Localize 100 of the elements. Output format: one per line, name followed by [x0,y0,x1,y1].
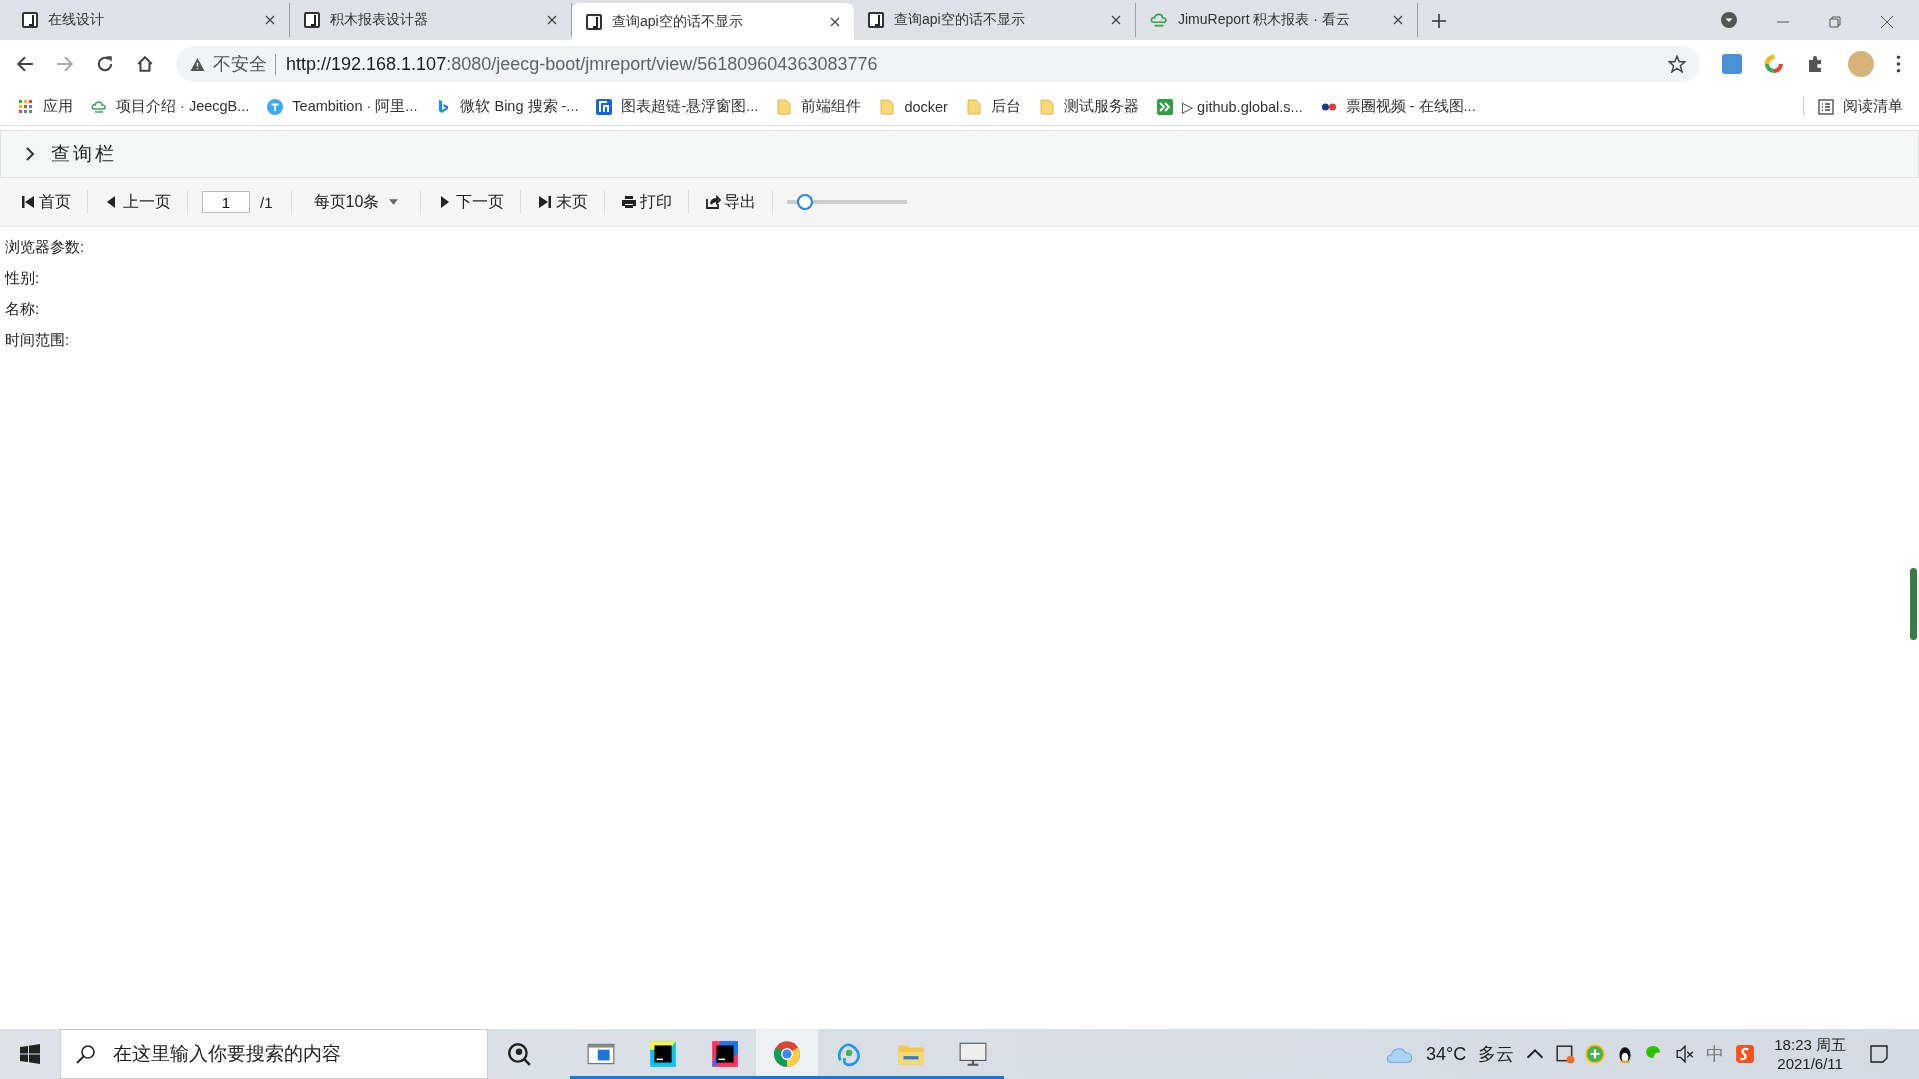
bookmark[interactable]: 微软 Bing 搜索 -... [435,97,579,116]
temperature: 34°C [1426,1043,1467,1065]
folder-icon [965,98,982,115]
tab-title: JimuReport 积木报表 · 看云 [1178,11,1351,29]
bookmark[interactable]: docker [879,98,948,115]
bookmark[interactable]: 应用 [18,97,73,116]
bookmark-label: ▷ github.global.s... [1181,98,1303,115]
tab-title: 积木报表设计器 [330,11,429,29]
page-size-dropdown[interactable]: 每页10条 [301,187,411,217]
toolbar-button[interactable]: 上一页 [98,187,177,217]
menu-icon[interactable] [1896,55,1901,73]
plus-circle-icon[interactable] [1585,1044,1606,1064]
bookmark-star-icon[interactable] [1668,55,1686,73]
bookmark-label: 微软 Bing 搜索 -... [460,97,579,116]
j-logo-icon [586,13,602,30]
toolbar-button[interactable]: 首页 [14,187,77,217]
parameter-label: 名称: [5,299,40,319]
bookmark-label: 票圈视频 - 在线图... [1345,97,1476,116]
bookmark[interactable]: Teambition · 阿里... [267,97,418,116]
weather-text: 多云 [1478,1043,1515,1066]
bookmark[interactable]: 前端组件 [776,97,862,116]
query-bar[interactable]: 查询栏 [0,130,1919,178]
clock-date: 2021/6/11 [1777,1054,1843,1073]
chevron-icon [25,146,35,162]
chrome-icon [772,1039,802,1069]
close-icon[interactable] [1393,15,1403,25]
tab-search-icon[interactable] [1721,12,1737,28]
export-icon [705,194,722,210]
reload-icon[interactable] [96,55,114,73]
new-tab-icon[interactable] [1432,14,1446,28]
scrollbar-thumb[interactable] [1910,568,1917,640]
bookmark-label: 图表超链-悬浮窗图... [621,97,759,116]
parameter-label: 时间范围: [5,330,70,350]
bookmark[interactable]: 后台 [965,97,1021,116]
bookmark-label: 项目介绍 · JeecgB... [116,97,250,116]
printer-icon [621,194,638,210]
bookmark[interactable]: ▷ github.global.s... [1156,98,1303,115]
windows-start-icon[interactable] [20,1044,40,1064]
close-icon[interactable] [1111,15,1121,25]
bookmark-label: 测试服务器 [1063,97,1139,116]
double-chevron-icon [1156,98,1173,115]
caret-icon [389,199,399,205]
bookmark[interactable]: 项目介绍 · JeecgB... [91,97,250,116]
tab-title: 在线设计 [48,11,105,29]
browser-tab[interactable]: 查询api空的话不显示 [572,3,854,40]
bookmark-label: 后台 [990,97,1021,116]
bookmark-label: docker [904,98,948,115]
bookmark-label: 应用 [43,97,73,116]
close-icon[interactable] [547,15,557,25]
close-icon[interactable] [830,16,840,27]
toolbar-button[interactable]: 末页 [531,187,595,217]
bookmark[interactable]: 图表超链-悬浮窗图... [596,97,759,116]
close-icon[interactable] [265,15,275,25]
apps-grid-icon [18,98,34,115]
j-logo-icon [22,12,38,28]
folder-icon [1038,98,1055,115]
query-bar-title: 查询栏 [51,142,117,166]
circle-search-icon[interactable] [506,1041,532,1067]
search-icon [76,1044,96,1064]
circle-t-icon [267,98,284,115]
speaker-muted-icon[interactable] [1675,1044,1696,1064]
browser-tab[interactable]: 积木报表设计器 [290,3,572,37]
url-text: http://192.168.1.107:8080/jeecg-boot/jmreport/view/561809604363083776 [275,53,878,75]
folder-icon [776,98,793,115]
folder-icon [879,98,896,115]
reading-list-button[interactable]: 阅读清单 [1803,97,1903,116]
clock-time: 18:23 周五 [1774,1035,1846,1054]
parameter-label: 性别: [5,268,40,288]
security-label: 不安全 [213,53,267,76]
notification-icon[interactable] [1869,1044,1889,1064]
j-logo-icon [304,12,320,28]
bookmark[interactable]: 票圈视频 - 在线图... [1320,97,1476,116]
cloud-icon [1150,11,1168,29]
bookmark-label: Teambition · 阿里... [292,97,418,116]
bookmark[interactable]: 测试服务器 [1038,97,1139,116]
skip-end-icon [537,194,554,210]
toolbar-button[interactable]: 导出 [699,187,763,217]
close-window-icon[interactable] [1881,16,1893,28]
bookmark-label: 前端组件 [801,97,862,116]
browser-tab[interactable]: 查询api空的话不显示 [854,3,1136,37]
parameter-label: 浏览器参数: [5,237,85,257]
browser-tab[interactable]: 在线设计 [8,3,290,37]
toolbar-button[interactable]: 下一页 [431,187,511,217]
toolbar-button[interactable]: 打印 [615,187,679,217]
tab-title: 查询api空的话不显示 [894,11,1026,29]
s-logo-icon[interactable] [1735,1044,1756,1064]
j-logo-icon [868,12,884,28]
ring-extension-icon[interactable] [1764,54,1784,74]
list-icon [1818,98,1834,115]
restore-icon[interactable] [1829,16,1841,28]
page-number-field[interactable]: 1 [202,191,250,213]
home-icon[interactable] [136,55,154,73]
taskbar-search-field[interactable]: 在这里输入你要搜索的内容 [60,1029,488,1079]
browser-tab[interactable]: JimuReport 积木报表 · 看云 [1136,3,1418,37]
address-bar[interactable]: 不安全 http://192.168.1.107:8080/jeecg-boot/jmreport/view/561809604363083776 [176,46,1700,82]
back-icon[interactable] [16,55,34,73]
skip-start-icon [20,194,36,210]
cloud-icon [91,98,107,115]
ij-logo-icon [710,1039,740,1069]
tray-app-icon[interactable] [1555,1044,1576,1064]
